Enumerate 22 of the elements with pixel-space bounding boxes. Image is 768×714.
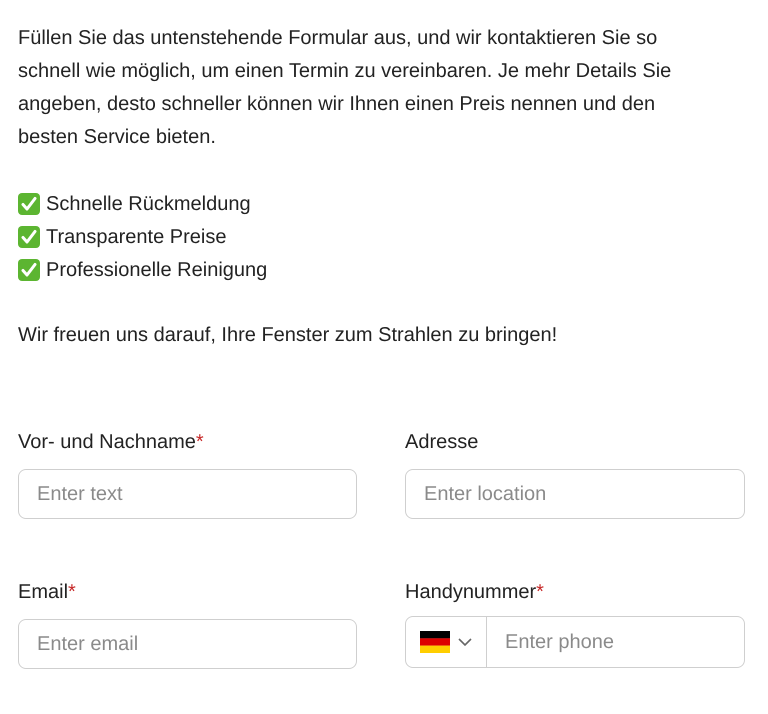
checkmark-icon: [18, 258, 40, 280]
closing-text: Wir freuen uns darauf, Ihre Fenster zum Strahlen zu bringen!: [18, 323, 558, 348]
input-field[interactable]: Enter location: [405, 469, 745, 519]
input-field[interactable]: Enter text: [18, 469, 357, 519]
checkmark-icon: [18, 226, 40, 248]
required-asterisk: *: [68, 580, 76, 605]
input-field[interactable]: Enter email: [18, 619, 357, 669]
chevron-down-icon: [458, 638, 472, 646]
flag-icon: [420, 631, 450, 653]
required-asterisk: *: [196, 430, 204, 455]
intro-paragraph: Füllen Sie das untenstehende Formular aus, und wir kontaktieren Sie so schnell wie möglich, um einen Termin zu vereinbaren. Je mehr Details Sie angeben, desto schneller können wir Ihnen einen Preis nennen und den besten Service bieten.: [18, 26, 672, 150]
country-selector[interactable]: [405, 616, 487, 668]
field-label: Vor- und Nachname: [18, 430, 196, 455]
benefit-text: Professionelle Reinigung: [46, 258, 268, 282]
field-label: Handynummer: [405, 580, 536, 605]
benefit-text: Schnelle Rückmeldung: [46, 192, 251, 216]
required-asterisk: *: [536, 580, 544, 605]
phone-input[interactable]: Enter phone: [487, 616, 745, 668]
checkmark-icon: [18, 192, 40, 214]
field-label: Email: [18, 580, 68, 605]
field-label: Adresse: [405, 430, 478, 455]
benefit-text: Transparente Preise: [46, 224, 226, 250]
